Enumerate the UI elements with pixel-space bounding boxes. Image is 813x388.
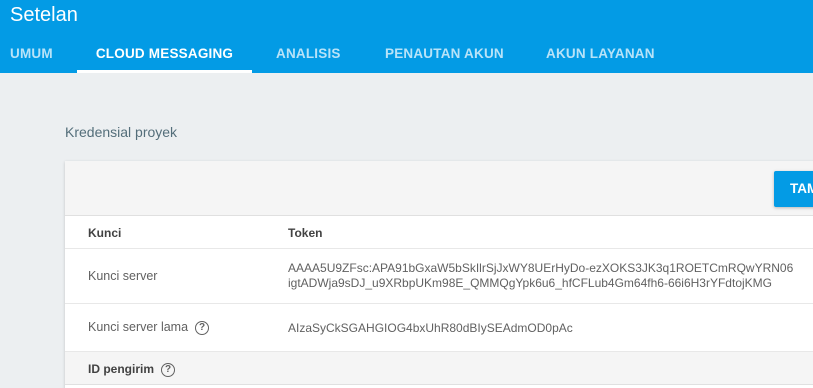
sender-id-label: ID pengirim? <box>88 362 176 377</box>
server-key-token-line-2: igtADWja9sDJ_u9XRbpUKm98E_QMMQgYpk6u6_hf… <box>288 276 772 290</box>
sender-id-row: ID pengirim? <box>65 352 813 385</box>
column-header-key: Kunci <box>88 226 122 240</box>
legacy-server-key-label: Kunci server lama? <box>88 320 210 335</box>
section-title: Kredensial proyek <box>65 124 178 140</box>
tab-bar: UMUM CLOUD MESSAGING ANALISIS PENAUTAN A… <box>0 37 813 73</box>
server-key-label: Kunci server <box>88 269 158 283</box>
tab-analisis[interactable]: ANALISIS <box>276 37 341 73</box>
tab-cloud-messaging[interactable]: CLOUD MESSAGING <box>77 37 252 73</box>
tab-umum[interactable]: UMUM <box>10 37 53 73</box>
tab-akun-layanan[interactable]: AKUN LAYANAN <box>546 37 655 73</box>
app-header: Setelan UMUM CLOUD MESSAGING ANALISIS PE… <box>0 0 813 73</box>
column-header-token: Token <box>288 226 323 240</box>
server-key-token[interactable]: AAAA5U9ZFsc:APA91bGxaW5bSkIlrSjJxWY8UErH… <box>288 261 793 291</box>
table-row: Kunci server lama? AIzaSyCkSGAHGIOG4bxUh… <box>65 304 813 352</box>
server-key-token-line-1: AAAA5U9ZFsc:APA91bGxaW5bSkIlrSjJxWY8UErH… <box>288 261 794 275</box>
help-icon[interactable]: ? <box>195 320 210 335</box>
legacy-server-key-label-text: Kunci server lama <box>88 320 189 334</box>
legacy-server-key-token[interactable]: AIzaSyCkSGAHGIOG4bxUhR80dBIySEAdmOD0pAc <box>288 321 573 336</box>
add-button[interactable]: TAM <box>774 171 813 207</box>
active-tab-indicator <box>77 70 252 73</box>
tab-penautan-akun[interactable]: PENAUTAN AKUN <box>385 37 504 73</box>
table-header-row: Kunci Token <box>65 216 813 249</box>
card-toolbar: TAM <box>65 161 813 216</box>
credentials-card: TAM Kunci Token Kunci server AAAA5U9ZFsc… <box>65 161 813 388</box>
sender-id-label-text: ID pengirim <box>88 362 155 376</box>
help-icon[interactable]: ? <box>161 362 176 377</box>
page-title: Setelan <box>10 4 78 26</box>
table-row: Kunci server AAAA5U9ZFsc:APA91bGxaW5bSkI… <box>65 249 813 304</box>
